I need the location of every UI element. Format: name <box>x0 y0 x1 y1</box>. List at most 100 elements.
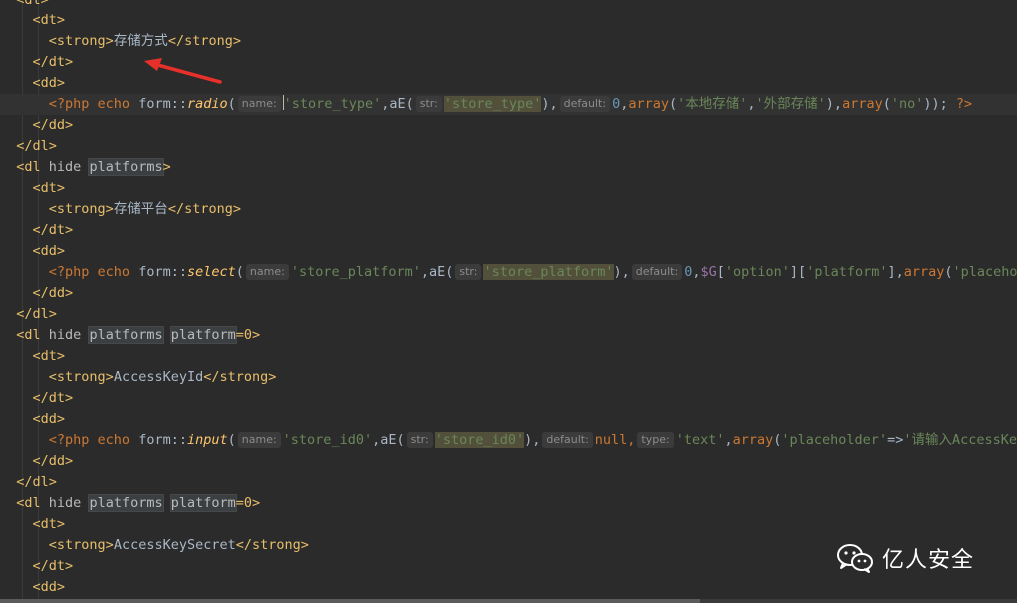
keyword: array <box>842 96 883 112</box>
code-line: <dd> <box>0 577 1017 598</box>
tag: <strong> <box>48 33 114 49</box>
attribute-value: =0 <box>235 495 253 511</box>
code-line: <dt> <box>0 514 1017 535</box>
punctuation: ][ <box>789 264 807 280</box>
string-literal: '请输入AccessKey <box>903 432 1017 448</box>
tag: <dd> <box>32 411 66 427</box>
param-hint: name: <box>237 96 281 112</box>
string-literal-highlight: 'store_platform' <box>483 264 614 280</box>
tag: </dd> <box>32 285 74 301</box>
code-line: <?php echo form::select(name:'store_plat… <box>0 262 1017 283</box>
punctuation: ( <box>668 96 678 112</box>
punctuation: , <box>747 96 756 112</box>
punctuation: , <box>724 432 733 448</box>
punctuation: ( <box>882 96 891 112</box>
param-hint: default: <box>559 96 611 112</box>
punctuation: ], <box>887 264 904 280</box>
tag: <dl> <box>16 0 49 8</box>
label-text: AccessKeyId <box>113 369 204 385</box>
code-line: <strong>存储平台</strong> <box>0 199 1017 220</box>
param-hint: name: <box>237 432 281 448</box>
attribute: hide <box>40 327 90 343</box>
tag: </strong> <box>203 369 277 385</box>
tag: > <box>252 327 261 343</box>
tag: </strong> <box>167 33 241 49</box>
php-open-tag: <?php <box>48 96 90 112</box>
keyword: echo <box>89 432 139 448</box>
class-name: form:: <box>138 432 187 448</box>
keyword: array <box>732 432 774 448</box>
class-name: form:: <box>138 264 187 280</box>
tag: <strong> <box>48 369 114 385</box>
punctuation: )); <box>923 96 948 112</box>
string-literal: '本地存储' <box>677 96 748 112</box>
param-hint: str: <box>415 96 442 112</box>
punctuation: ), <box>541 96 558 112</box>
tag: </dl> <box>16 306 57 322</box>
tag: </dt> <box>32 222 74 238</box>
watermark-text: 亿人安全 <box>882 548 975 573</box>
tag: <strong> <box>48 201 114 217</box>
function-name: radio <box>186 96 228 112</box>
code-line: <dt> <box>0 178 1017 199</box>
attribute-highlight: platform <box>170 327 236 343</box>
tag: </dt> <box>32 558 74 574</box>
code-line: <dt> <box>0 346 1017 367</box>
string-literal: '外部存储' <box>755 96 826 112</box>
attribute-highlight: platform <box>170 495 236 511</box>
string-literal: 'no' <box>890 96 924 112</box>
string-literal: 'store_type' <box>283 96 382 112</box>
punctuation: ,aE( <box>420 264 454 280</box>
code-line: </dl> <box>0 472 1017 493</box>
tag: <dd> <box>32 243 66 259</box>
code-line: </dl> <box>0 136 1017 157</box>
tag: </dd> <box>32 117 74 133</box>
code-editor[interactable]: <dl> <dt> <strong>存储方式</strong> </dt> <d… <box>0 0 1017 603</box>
punctuation: ( <box>227 96 236 112</box>
scrollbar-thumb[interactable] <box>0 599 700 603</box>
param-hint: str: <box>455 264 482 280</box>
tag: </dd> <box>32 453 74 469</box>
keyword: array <box>903 264 945 280</box>
tag: <dl <box>16 327 41 343</box>
code-line: <dd> <box>0 409 1017 430</box>
tag: <dd> <box>32 75 66 91</box>
wechat-icon <box>837 544 873 573</box>
keyword: echo <box>89 264 139 280</box>
code-line: <?php echo form::input(name:'store_id0',… <box>0 430 1017 451</box>
attribute: hide <box>40 159 90 175</box>
code-line: </dd> <box>0 115 1017 136</box>
tag: <dt> <box>32 12 66 28</box>
code-line: <dl hide platforms> <box>0 157 1017 178</box>
code-line: <dl hide platforms platform=0> <box>0 493 1017 514</box>
param-hint: str: <box>406 432 433 448</box>
string-literal: 'placehol <box>952 264 1017 280</box>
code-line: <dl hide platforms platform=0> <box>0 325 1017 346</box>
attribute-highlight: platforms <box>89 495 163 511</box>
param-hint: default: <box>542 432 593 448</box>
number-literal: 0 <box>612 96 621 112</box>
class-name: form:: <box>138 96 187 112</box>
code-line-current[interactable]: <?php echo form::radio(name:'store_type'… <box>0 94 1017 115</box>
tag: <strong> <box>48 537 114 553</box>
code-line: </dt> <box>0 220 1017 241</box>
tag: <dt> <box>32 516 66 532</box>
attribute-highlight: platforms <box>89 327 163 343</box>
horizontal-scrollbar[interactable] <box>0 599 1017 603</box>
annotation-arrow <box>144 58 222 84</box>
keyword: echo <box>89 96 139 112</box>
tag: > <box>162 159 171 175</box>
punctuation: ,aE( <box>372 432 405 448</box>
label-text: 存储平台 <box>113 201 168 217</box>
tag: > <box>252 495 261 511</box>
code-line: <dt> <box>0 10 1017 31</box>
keyword: null, <box>594 432 636 448</box>
code-line: <strong>AccessKeyId</strong> <box>0 367 1017 388</box>
tag: </dt> <box>32 54 74 70</box>
code-line: </dt> <box>0 388 1017 409</box>
tag: <dl <box>16 495 41 511</box>
param-hint: default: <box>631 264 683 280</box>
string-literal: 'placeholder' <box>781 432 888 448</box>
php-close-tag: ?> <box>947 96 973 112</box>
param-hint: name: <box>245 264 289 280</box>
